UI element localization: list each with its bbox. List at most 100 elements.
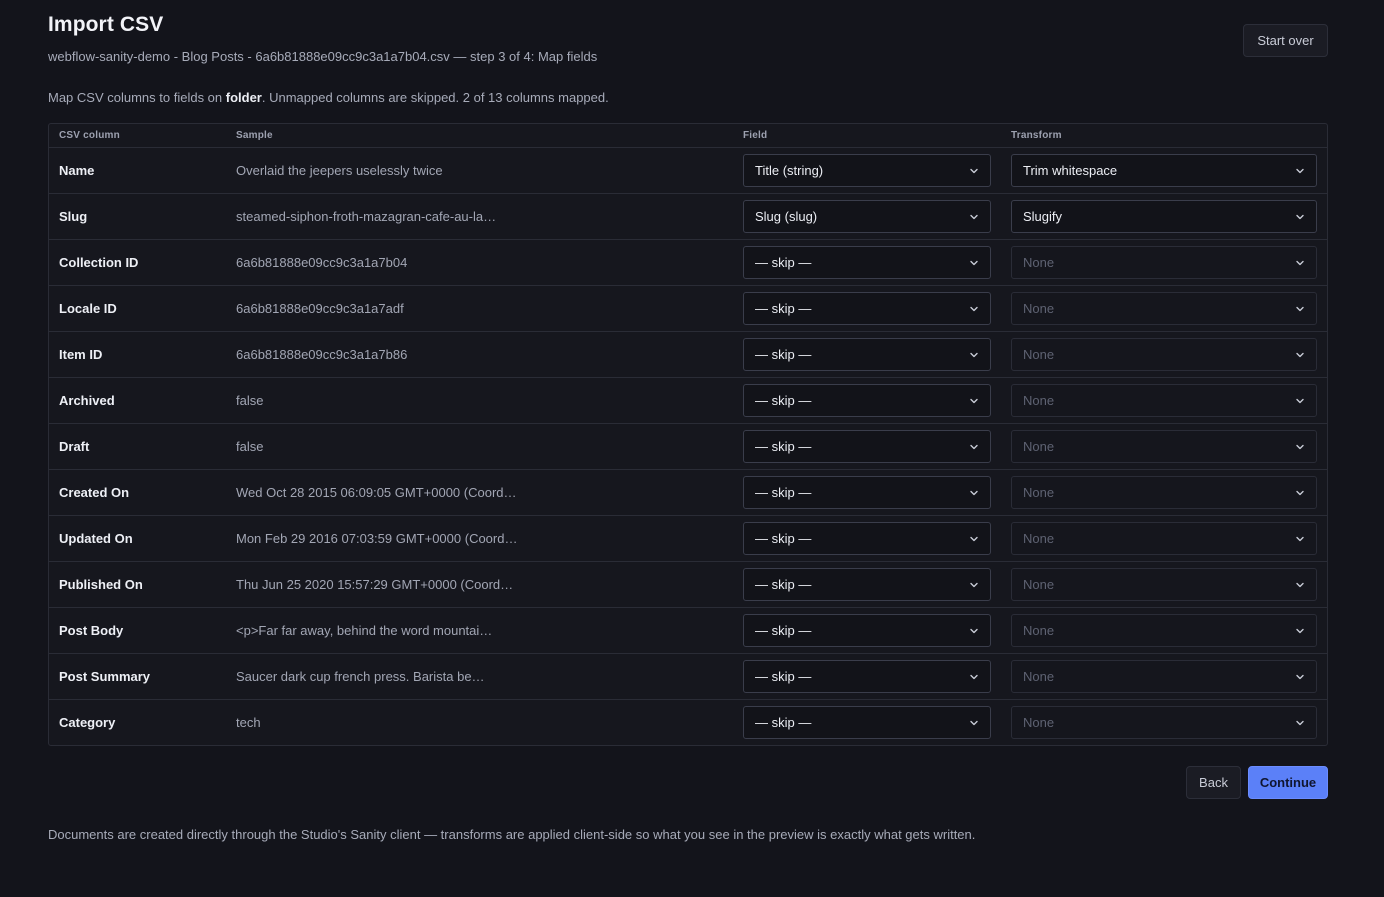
field-select-value: — skip —	[755, 577, 812, 592]
field-select[interactable]: — skip —	[743, 384, 991, 417]
field-select[interactable]: — skip —	[743, 706, 991, 739]
sample-value: steamed-siphon-froth-mazagran-cafe-au-la…	[236, 209, 497, 224]
sample-value: 6a6b81888e09cc9c3a1a7adf	[236, 301, 404, 316]
field-select[interactable]: Slug (slug)	[743, 200, 991, 233]
chevron-down-icon	[970, 398, 978, 404]
table-row: Updated On Mon Feb 29 2016 07:03:59 GMT+0…	[49, 516, 1327, 562]
sample-value: tech	[236, 715, 261, 730]
chevron-down-icon	[1296, 168, 1304, 174]
sample-value: Wed Oct 28 2015 06:09:05 GMT+0000 (Coord…	[236, 485, 517, 500]
start-over-button[interactable]: Start over	[1243, 24, 1328, 57]
chevron-down-icon	[970, 260, 978, 266]
field-select[interactable]: — skip —	[743, 568, 991, 601]
csv-column-name: Collection ID	[59, 255, 139, 270]
chevron-down-icon	[970, 444, 978, 450]
field-select[interactable]: — skip —	[743, 338, 991, 371]
chevron-down-icon	[1296, 306, 1304, 312]
transform-select[interactable]: Trim whitespace	[1011, 154, 1317, 187]
chevron-down-icon	[970, 214, 978, 220]
field-select[interactable]: — skip —	[743, 522, 991, 555]
transform-select: None	[1011, 292, 1317, 325]
csv-column-name: Category	[59, 715, 116, 730]
sample-value: Overlaid the jeepers uselessly twice	[236, 163, 443, 178]
continue-button[interactable]: Continue	[1248, 766, 1328, 799]
sample-value: 6a6b81888e09cc9c3a1a7b04	[236, 255, 408, 270]
field-select[interactable]: — skip —	[743, 660, 991, 693]
chevron-down-icon	[970, 490, 978, 496]
chevron-down-icon	[970, 306, 978, 312]
table-row: Category tech — skip — None	[49, 700, 1327, 746]
sample-value: false	[236, 439, 264, 454]
field-select[interactable]: — skip —	[743, 292, 991, 325]
transform-select-value: None	[1023, 485, 1055, 500]
transform-select-value: Slugify	[1023, 209, 1063, 224]
column-header-transform: Transform	[1011, 130, 1062, 141]
footer-note: Documents are created directly through t…	[48, 827, 976, 842]
csv-column-name: Slug	[59, 209, 88, 224]
field-select-value: — skip —	[755, 393, 812, 408]
mapping-instructions: Map CSV columns to fields on folder. Unm…	[48, 90, 609, 105]
sample-value: Mon Feb 29 2016 07:03:59 GMT+0000 (Coord…	[236, 531, 518, 546]
chevron-down-icon	[1296, 490, 1304, 496]
chevron-down-icon	[1296, 720, 1304, 726]
chevron-down-icon	[1296, 352, 1304, 358]
transform-select: None	[1011, 430, 1317, 463]
field-select-value: — skip —	[755, 669, 812, 684]
csv-column-name: Published On	[59, 577, 143, 592]
csv-column-name: Post Summary	[59, 669, 151, 684]
transform-select: None	[1011, 476, 1317, 509]
chevron-down-icon	[970, 536, 978, 542]
column-mapping-table: CSV column Sample Field Transform Name Ov…	[48, 123, 1328, 746]
instructions-suffix: . Unmapped columns are skipped. 2 of 13 …	[261, 90, 609, 105]
chevron-down-icon	[1296, 628, 1304, 634]
chevron-down-icon	[1296, 582, 1304, 588]
field-select[interactable]: — skip —	[743, 246, 991, 279]
transform-select-value: None	[1023, 255, 1055, 270]
instructions-prefix: Map CSV columns to fields on	[48, 90, 226, 105]
table-row: Item ID 6a6b81888e09cc9c3a1a7b86 — skip — N…	[49, 332, 1327, 378]
table-row: Created On Wed Oct 28 2015 06:09:05 GMT+0…	[49, 470, 1327, 516]
transform-select: None	[1011, 660, 1317, 693]
field-select-value: — skip —	[755, 715, 812, 730]
table-row: Name Overlaid the jeepers uselessly twice…	[49, 148, 1327, 194]
field-select[interactable]: — skip —	[743, 476, 991, 509]
transform-select: None	[1011, 522, 1317, 555]
field-select-value: — skip —	[755, 623, 812, 638]
chevron-down-icon	[1296, 398, 1304, 404]
chevron-down-icon	[1296, 674, 1304, 680]
back-button[interactable]: Back	[1186, 766, 1241, 799]
chevron-down-icon	[1296, 536, 1304, 542]
field-select-value: — skip —	[755, 485, 812, 500]
csv-column-name: Post Body	[59, 623, 124, 638]
field-select-value: — skip —	[755, 531, 812, 546]
field-select[interactable]: — skip —	[743, 430, 991, 463]
column-header-csv-column: CSV column	[59, 130, 120, 141]
field-select-value: — skip —	[755, 439, 812, 454]
csv-column-name: Created On	[59, 485, 130, 500]
chevron-down-icon	[970, 674, 978, 680]
table-row: Published On Thu Jun 25 2020 15:57:29 GMT…	[49, 562, 1327, 608]
table-row: Archived false — skip — None	[49, 378, 1327, 424]
table-header: CSV column Sample Field Transform	[49, 124, 1327, 148]
chevron-down-icon	[1296, 444, 1304, 450]
chevron-down-icon	[1296, 260, 1304, 266]
sample-value: Thu Jun 25 2020 15:57:29 GMT+0000 (Coord…	[236, 577, 514, 592]
field-select[interactable]: — skip —	[743, 614, 991, 647]
transform-select: None	[1011, 706, 1317, 739]
transform-select-value: None	[1023, 439, 1055, 454]
chevron-down-icon	[970, 168, 978, 174]
csv-column-name: Archived	[59, 393, 115, 408]
page-title: Import CSV	[48, 13, 164, 36]
page-subtitle: webflow-sanity-demo - Blog Posts - 6a6b8…	[48, 49, 598, 64]
chevron-down-icon	[970, 582, 978, 588]
csv-column-name: Draft	[59, 439, 90, 454]
transform-select: None	[1011, 246, 1317, 279]
transform-select[interactable]: Slugify	[1011, 200, 1317, 233]
field-select[interactable]: Title (string)	[743, 154, 991, 187]
table-row: Slug steamed-siphon-froth-mazagran-cafe-a…	[49, 194, 1327, 240]
csv-column-name: Name	[59, 163, 95, 178]
chevron-down-icon	[970, 720, 978, 726]
field-select-value: — skip —	[755, 301, 812, 316]
transform-select-value: None	[1023, 715, 1055, 730]
csv-column-name: Updated On	[59, 531, 133, 546]
